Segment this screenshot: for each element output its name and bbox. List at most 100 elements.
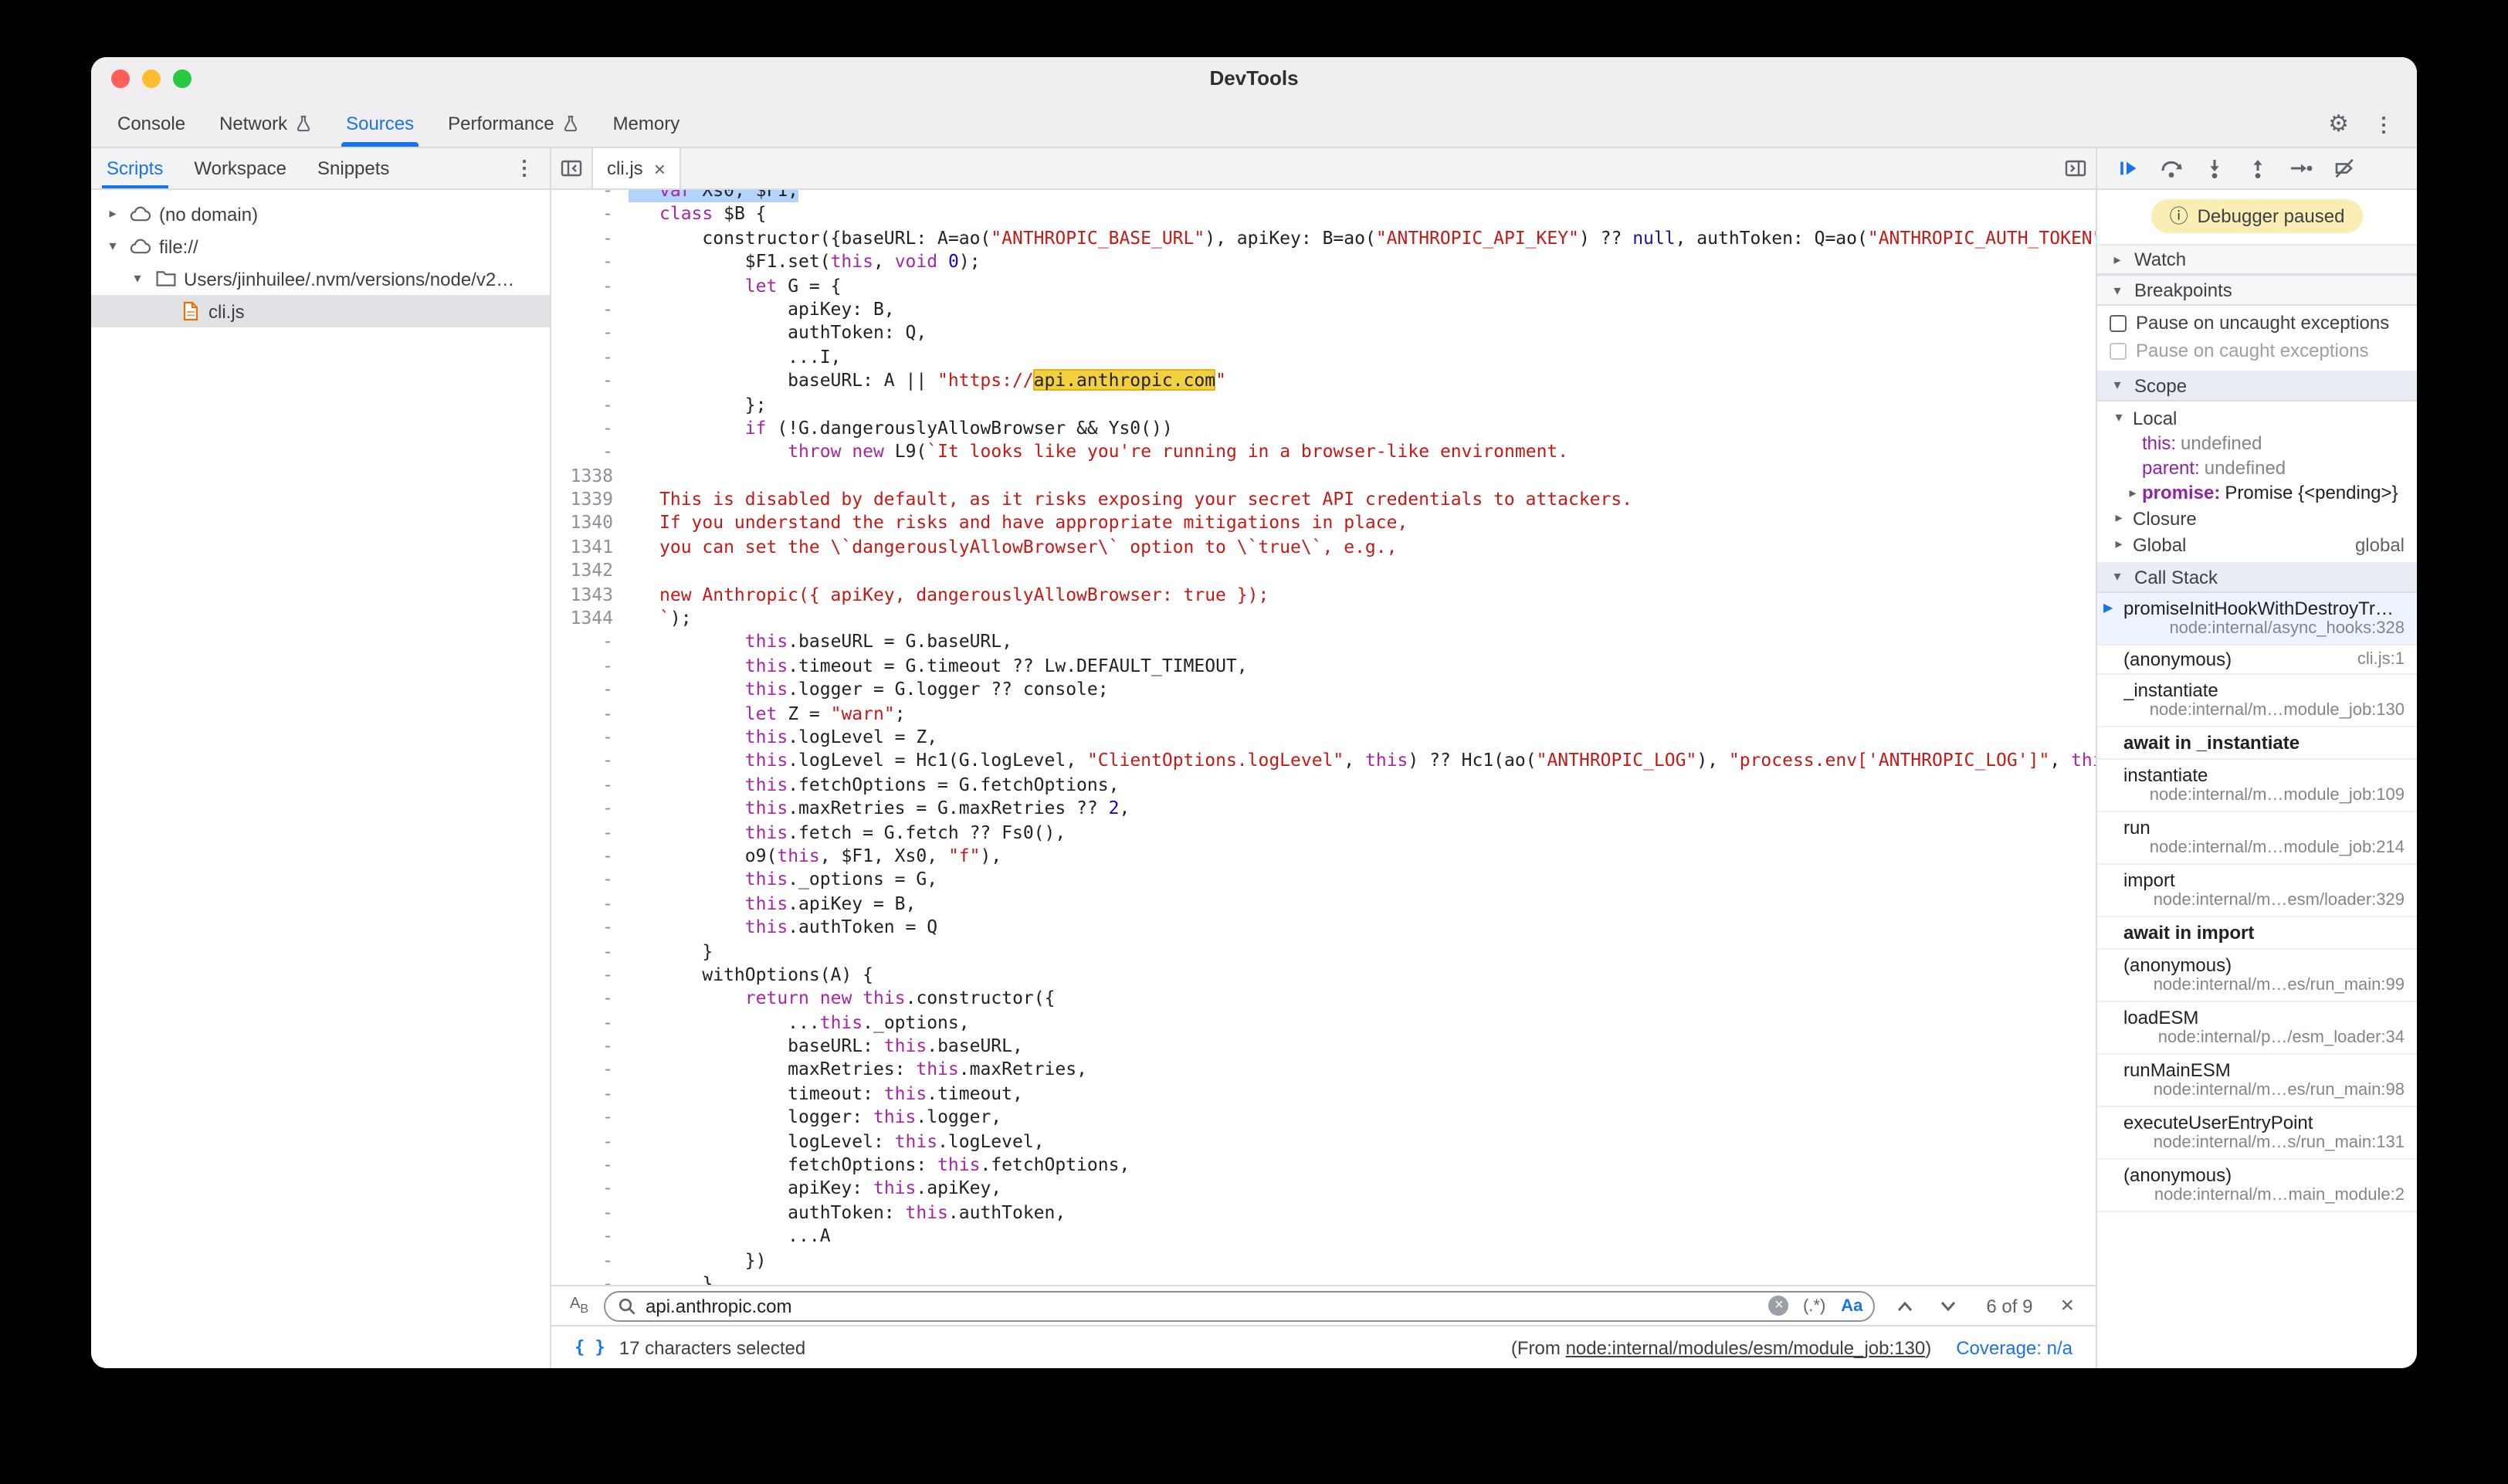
call-stack-frame[interactable]: (anonymous)node:internal/m…main_module:2: [2097, 1160, 2417, 1212]
section-scope[interactable]: ▾ Scope: [2097, 371, 2417, 401]
step-over-button[interactable]: [2159, 156, 2184, 181]
line-number[interactable]: -: [551, 1083, 629, 1106]
line-number[interactable]: -: [551, 322, 629, 346]
line-number[interactable]: -: [551, 988, 629, 1011]
tab-sources[interactable]: Sources: [329, 100, 431, 147]
line-number[interactable]: 1344: [551, 607, 629, 631]
line-number[interactable]: -: [551, 1201, 629, 1225]
call-stack-frame[interactable]: (anonymous)cli.js:1: [2097, 645, 2417, 675]
search-input[interactable]: [646, 1293, 1760, 1318]
line-number[interactable]: -: [551, 1272, 629, 1285]
navigator-more-options-icon[interactable]: ⋮: [514, 148, 550, 188]
line-number[interactable]: -: [551, 1225, 629, 1249]
tree-item[interactable]: ▾file://: [91, 230, 550, 263]
line-number[interactable]: -: [551, 250, 629, 274]
line-number[interactable]: -: [551, 274, 629, 298]
line-number[interactable]: -: [551, 655, 629, 679]
scope-property[interactable]: ▸promise:Promise {<pending>}: [2097, 480, 2417, 505]
line-number[interactable]: -: [551, 203, 629, 227]
line-number[interactable]: -: [551, 190, 629, 203]
line-number[interactable]: -: [551, 774, 629, 798]
tab-console[interactable]: Console: [100, 100, 202, 147]
checkbox[interactable]: [2110, 314, 2127, 331]
breakpoint-option[interactable]: Pause on caught exceptions: [2097, 337, 2417, 364]
scope-property[interactable]: this:undefined: [2097, 431, 2417, 456]
line-number[interactable]: 1339: [551, 488, 629, 512]
line-number[interactable]: -: [551, 345, 629, 369]
line-number[interactable]: -: [551, 1059, 629, 1083]
sidebar-tab-snippets[interactable]: Snippets: [302, 148, 405, 188]
step-out-button[interactable]: [2245, 156, 2270, 181]
line-number[interactable]: -: [551, 678, 629, 702]
toggle-debugger-pane-icon[interactable]: [2056, 148, 2096, 188]
pretty-print-icon[interactable]: { }: [574, 1337, 605, 1357]
tab-close-icon[interactable]: ×: [654, 158, 666, 178]
section-call-stack[interactable]: ▾ Call Stack: [2097, 562, 2417, 593]
tree-item[interactable]: ▾Users/jinhuilee/.nvm/versions/node/v2…: [91, 263, 550, 295]
line-number[interactable]: -: [551, 1106, 629, 1130]
call-stack-frame[interactable]: runnode:internal/m…module_job:214: [2097, 812, 2417, 865]
tab-network[interactable]: Network: [202, 100, 329, 147]
match-case-toggle-button[interactable]: Aa: [1839, 1296, 1867, 1315]
tree-item[interactable]: ▸(no domain): [91, 198, 550, 230]
line-number[interactable]: -: [551, 869, 629, 893]
line-number[interactable]: 1342: [551, 560, 629, 584]
resume-button[interactable]: [2116, 156, 2140, 181]
call-stack-frame[interactable]: importnode:internal/m…esm/loader:329: [2097, 865, 2417, 917]
zoom-button[interactable]: [173, 69, 191, 88]
line-number[interactable]: -: [551, 393, 629, 417]
source-code-viewer[interactable]: -var Xs0, $F1,-class $B {- constructor({…: [551, 190, 2096, 1285]
breakpoint-option[interactable]: Pause on uncaught exceptions: [2097, 309, 2417, 337]
tree-item[interactable]: cli.js: [91, 295, 550, 327]
line-number[interactable]: -: [551, 797, 629, 821]
next-match-button[interactable]: [1934, 1299, 1961, 1312]
window-titlebar[interactable]: DevTools: [91, 57, 2417, 100]
sidebar-tab-scripts[interactable]: Scripts: [91, 148, 178, 188]
line-number[interactable]: 1338: [551, 464, 629, 488]
close-search-icon[interactable]: ×: [2060, 1294, 2074, 1317]
call-stack-frame[interactable]: _instantiatenode:internal/m…module_job:1…: [2097, 675, 2417, 727]
search-field[interactable]: × (.*) Aa: [604, 1290, 1875, 1321]
line-number[interactable]: -: [551, 1130, 629, 1154]
sidebar-tab-workspace[interactable]: Workspace: [178, 148, 302, 188]
line-number[interactable]: -: [551, 1249, 629, 1272]
line-number[interactable]: -: [551, 892, 629, 916]
step-into-button[interactable]: [2202, 156, 2227, 181]
line-number[interactable]: -: [551, 916, 629, 940]
call-stack-frame[interactable]: ▶promiseInitHookWithDestroyTr…node:inter…: [2097, 593, 2417, 645]
line-number[interactable]: -: [551, 1154, 629, 1177]
coverage-link[interactable]: Coverage: n/a: [1956, 1337, 2072, 1358]
line-number[interactable]: -: [551, 940, 629, 964]
deactivate-breakpoints-button[interactable]: [2332, 156, 2357, 181]
previous-match-button[interactable]: [1890, 1299, 1918, 1312]
step-button[interactable]: [2289, 156, 2313, 181]
section-watch[interactable]: ▸ Watch: [2097, 244, 2417, 275]
minimize-button[interactable]: [142, 69, 161, 88]
scope-group[interactable]: ▾Local: [2097, 405, 2417, 431]
line-number[interactable]: 1343: [551, 583, 629, 607]
line-number[interactable]: -: [551, 964, 629, 988]
source-origin-link[interactable]: node:internal/modules/esm/module_job:130: [1566, 1337, 1926, 1358]
settings-gear-icon[interactable]: ⚙: [2328, 112, 2349, 135]
call-stack-frame[interactable]: loadESMnode:internal/p…/esm_loader:34: [2097, 1002, 2417, 1055]
scope-group[interactable]: ▸Closure: [2097, 505, 2417, 531]
call-stack-frame[interactable]: (anonymous)node:internal/m…es/run_main:9…: [2097, 950, 2417, 1002]
call-stack-frame[interactable]: instantiatenode:internal/m…module_job:10…: [2097, 760, 2417, 812]
call-stack-frame[interactable]: runMainESMnode:internal/m…es/run_main:98: [2097, 1055, 2417, 1107]
line-number[interactable]: -: [551, 227, 629, 251]
line-number[interactable]: -: [551, 702, 629, 726]
line-number[interactable]: -: [551, 1035, 629, 1059]
scope-property[interactable]: parent:undefined: [2097, 456, 2417, 480]
tab-memory[interactable]: Memory: [596, 100, 697, 147]
toggle-navigator-pane-icon[interactable]: [551, 148, 591, 188]
section-breakpoints[interactable]: ▾ Breakpoints: [2097, 275, 2417, 306]
line-number[interactable]: -: [551, 750, 629, 774]
line-number[interactable]: -: [551, 441, 629, 465]
tab-performance[interactable]: Performance: [431, 100, 595, 147]
line-number[interactable]: -: [551, 845, 629, 869]
editor-tab-clijs[interactable]: cli.js ×: [591, 148, 681, 188]
close-button[interactable]: [111, 69, 130, 88]
line-number[interactable]: -: [551, 1011, 629, 1035]
line-number[interactable]: 1340: [551, 512, 629, 536]
line-number[interactable]: 1341: [551, 536, 629, 560]
